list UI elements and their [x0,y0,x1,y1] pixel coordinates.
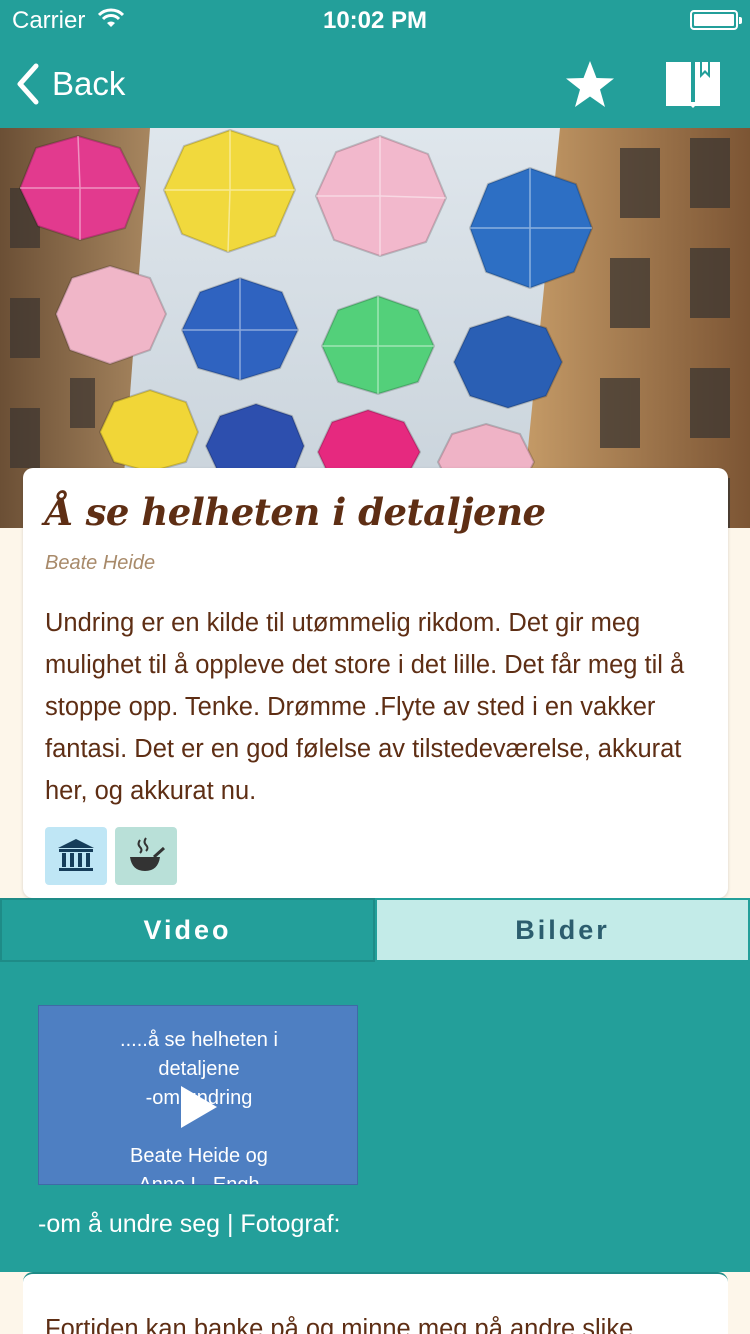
article-card: Å se helheten i detaljene Beate Heide Un… [23,468,728,898]
star-icon[interactable] [562,58,618,114]
back-label: Back [52,65,126,102]
museum-tag[interactable] [45,827,107,885]
video-caption: -om å undre seg | Fotograf: [38,1210,341,1238]
battery-icon [690,10,742,30]
article-author: Beate Heide [45,552,156,574]
book-bookmark-icon[interactable] [664,58,722,110]
video-thumb-line: detaljene [158,1058,240,1080]
status-bar: Carrier 10:02 PM [0,0,750,40]
article-title: Å se helheten i detaljene [45,490,546,534]
article-body: Undring er en kilde til utømmelig rikdom… [45,609,685,805]
video-thumb-line: .....å se helheten i [120,1029,278,1051]
nav-bar: Back [0,40,750,128]
video-thumbnail[interactable]: .....å se helheten i detaljene -om undri… [38,1005,358,1185]
cooking-pot-icon [130,837,166,871]
play-icon[interactable] [179,1084,219,1130]
second-card-body: Fortiden kan banke på og minne meg på an… [45,1315,634,1334]
video-thumb-line: Beate Heide og [130,1145,268,1167]
chevron-left-icon [17,63,39,105]
video-thumb-line: Anne L. Engh [138,1174,260,1185]
second-card: Fortiden kan banke på og minne meg på an… [23,1272,728,1334]
media-tabs: Video Bilder [0,898,750,962]
video-section: .....å se helheten i detaljene -om undri… [0,962,750,1272]
food-tag[interactable] [115,827,177,885]
clock: 10:02 PM [322,7,428,34]
back-button[interactable]: Back [14,62,125,106]
museum-icon [58,839,94,871]
tab-bilder[interactable]: Bilder [375,898,750,962]
tab-video[interactable]: Video [0,898,375,962]
